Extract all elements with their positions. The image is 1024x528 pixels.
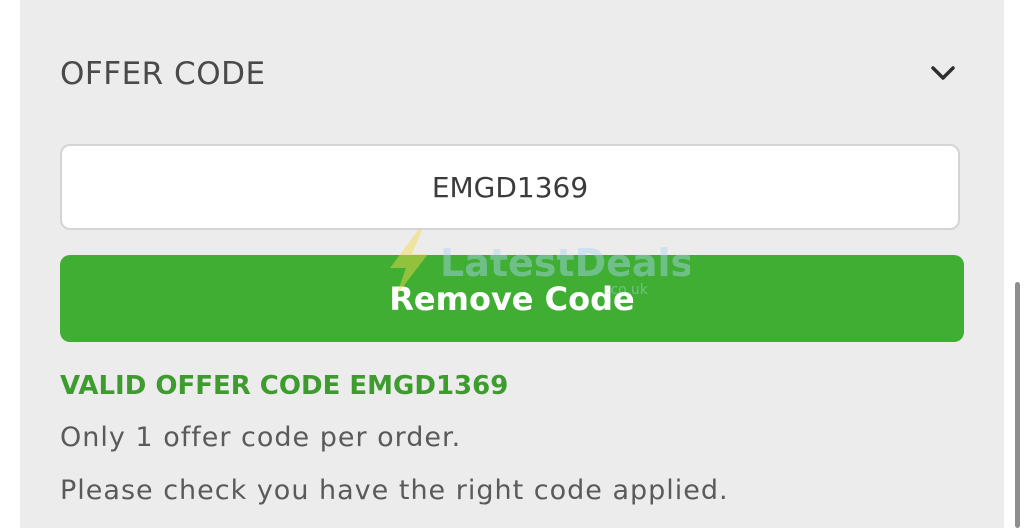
offer-code-input[interactable]: [60, 144, 960, 230]
offer-note-one-per-order: Only 1 offer code per order.: [60, 422, 462, 453]
valid-offer-status: VALID OFFER CODE EMGD1369: [60, 371, 509, 401]
chevron-down-icon[interactable]: [928, 58, 958, 88]
offer-code-panel: OFFER CODE Remove Code LatestDeals .co.u…: [20, 0, 1004, 528]
offer-note-check-code: Please check you have the right code app…: [60, 475, 729, 506]
offer-code-header[interactable]: OFFER CODE: [60, 52, 964, 98]
offer-code-title: OFFER CODE: [60, 56, 266, 92]
scrollbar[interactable]: [1015, 282, 1020, 528]
remove-code-button[interactable]: Remove Code: [60, 255, 964, 342]
